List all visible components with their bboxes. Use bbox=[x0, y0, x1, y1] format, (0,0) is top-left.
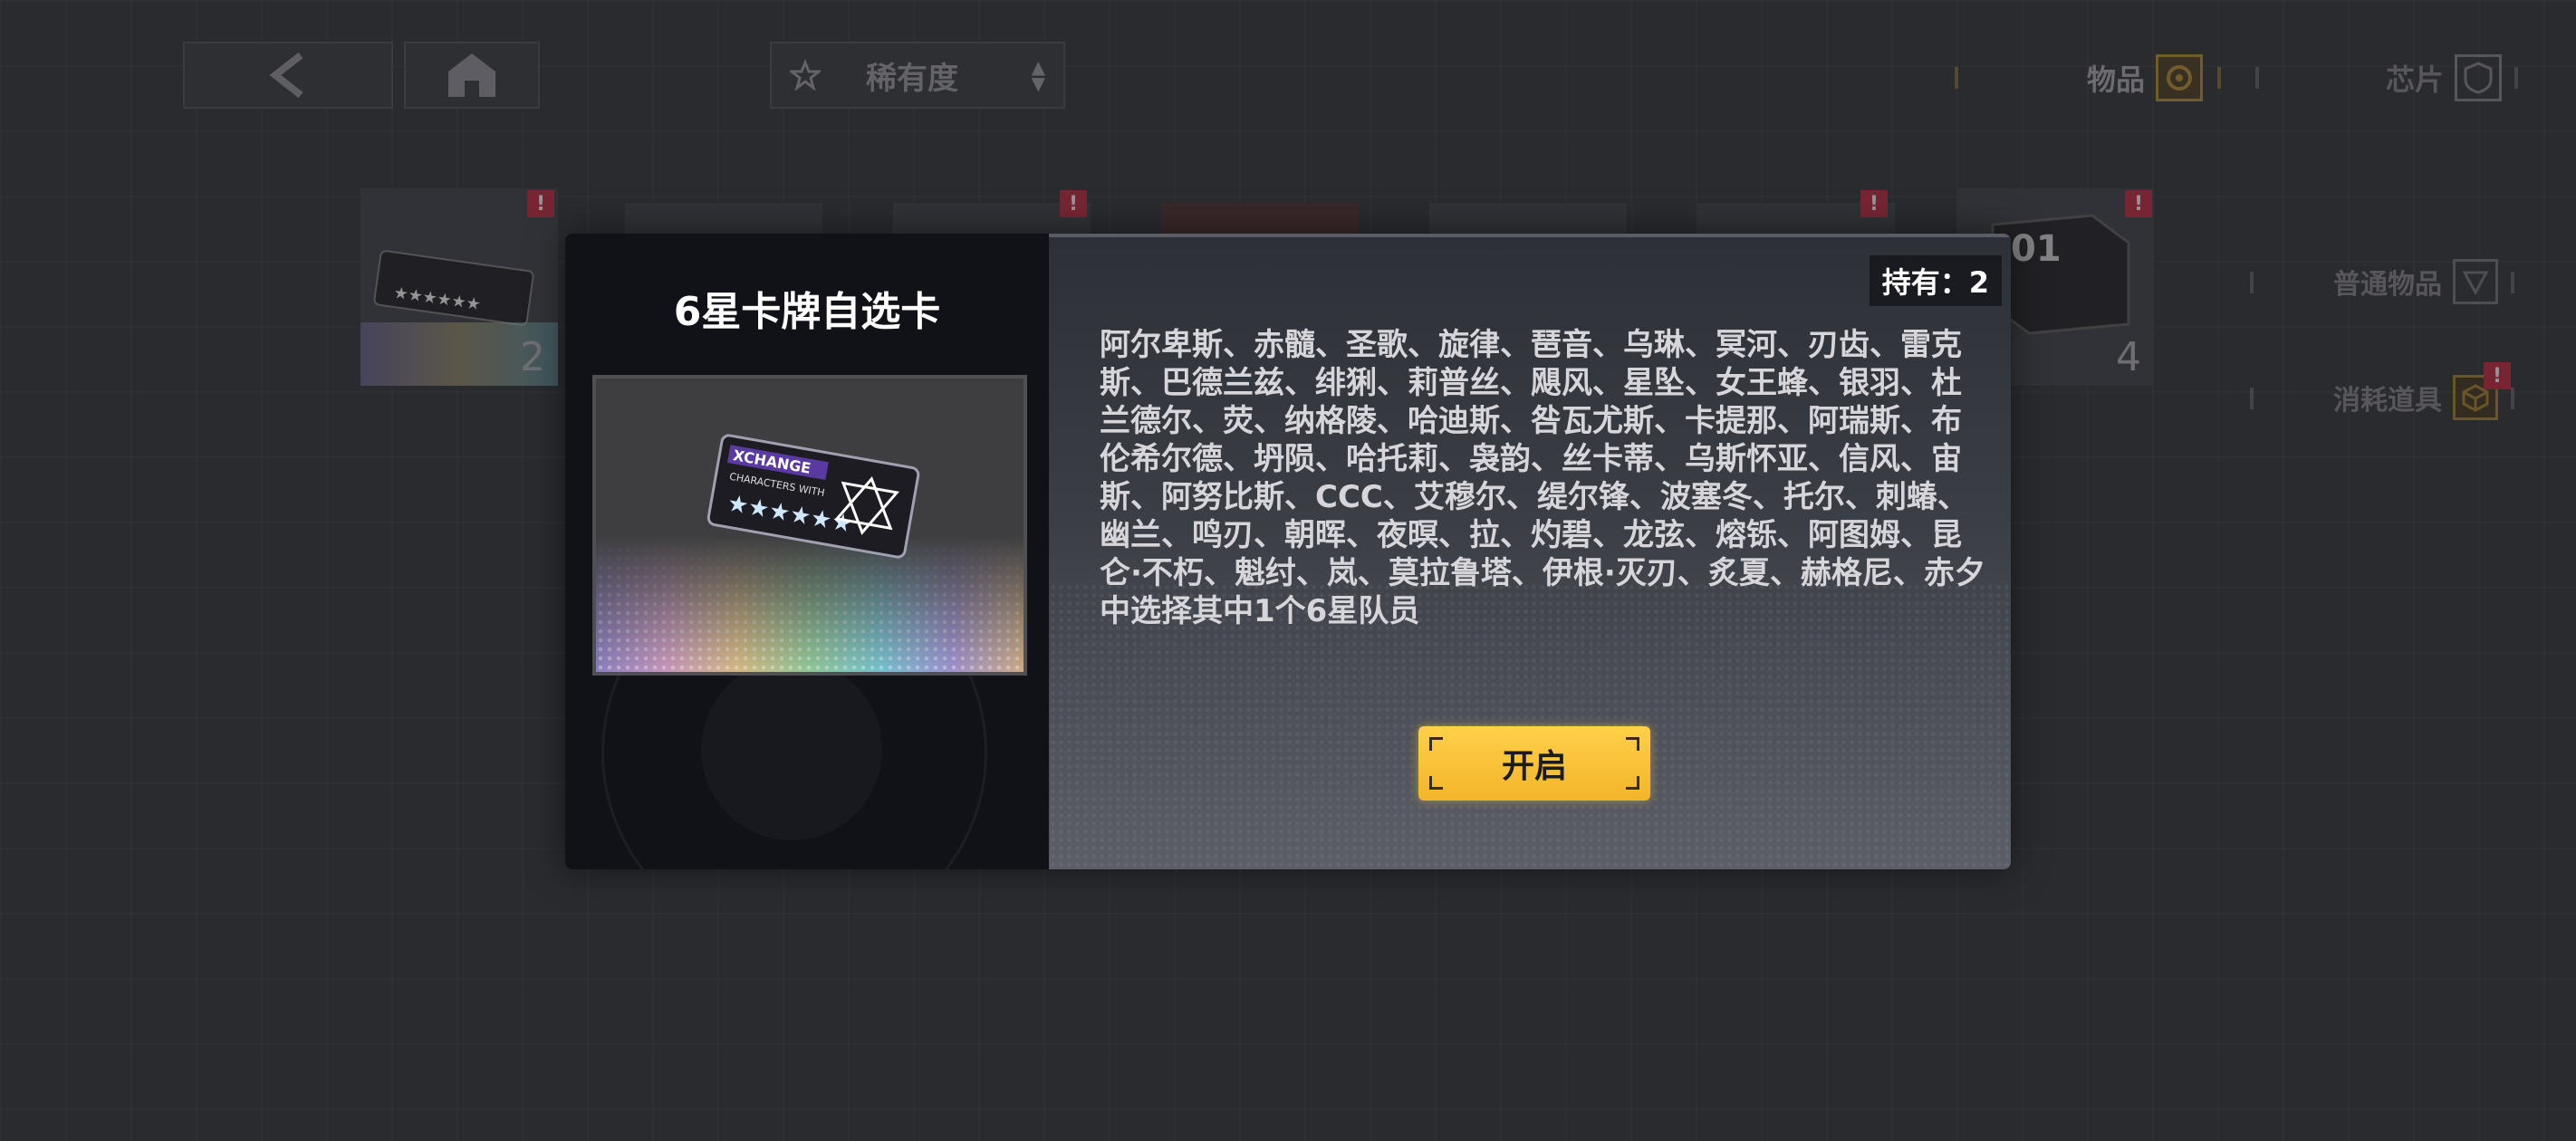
open-button-label: 开启 bbox=[1501, 748, 1567, 785]
open-button[interactable]: 开启 bbox=[1418, 726, 1650, 801]
corner-mark bbox=[1626, 737, 1639, 751]
corner-mark bbox=[1429, 776, 1443, 790]
item-title: 6星卡牌自选卡 bbox=[673, 289, 941, 335]
owned-count-badge: 持有：2 bbox=[1869, 255, 2002, 306]
decorative-circle bbox=[701, 659, 882, 840]
corner-mark bbox=[1429, 737, 1443, 751]
dialog-left-panel: 6星卡牌自选卡 XCHANGE CHARACTERS WITH ★★★★★★ bbox=[565, 234, 1049, 869]
dialog-right-panel: 持有：2 阿尔卑斯、赤髓、圣歌、旋律、琶音、乌琳、冥河、刃齿、雷克斯、巴德兰兹、… bbox=[1049, 234, 2011, 869]
item-preview-image: XCHANGE CHARACTERS WITH ★★★★★★ bbox=[592, 375, 1027, 676]
selection-card-image: XCHANGE CHARACTERS WITH ★★★★★★ bbox=[706, 434, 920, 559]
corner-mark bbox=[1626, 776, 1639, 790]
item-detail-dialog: 6星卡牌自选卡 XCHANGE CHARACTERS WITH ★★★★★★ 持… bbox=[565, 234, 2011, 869]
item-description: 阿尔卑斯、赤髓、圣歌、旋律、琶音、乌琳、冥河、刃齿、雷克斯、巴德兰兹、绯猁、莉普… bbox=[1100, 327, 1985, 629]
